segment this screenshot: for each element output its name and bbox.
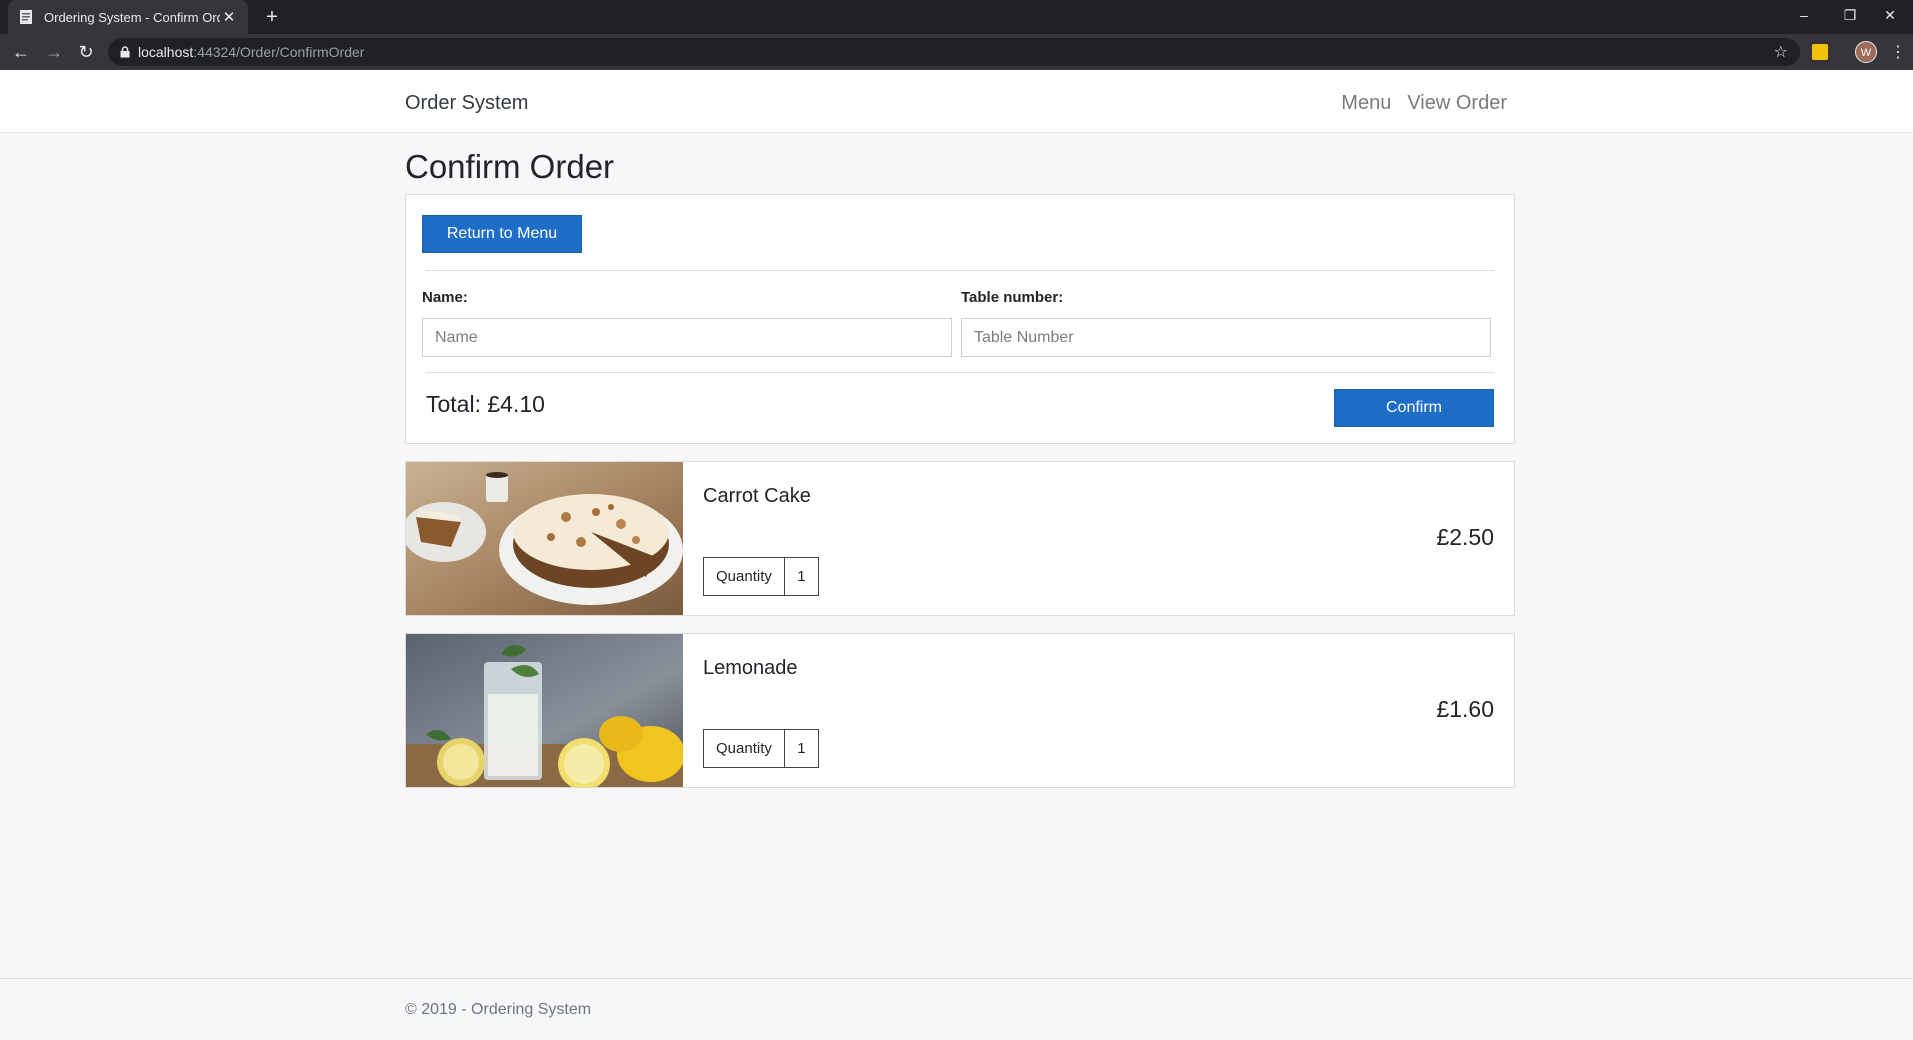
browser-menu-icon[interactable]: ⋮: [1890, 42, 1906, 62]
new-tab-icon[interactable]: +: [260, 5, 284, 29]
extension-icon[interactable]: [1812, 44, 1828, 60]
confirm-button[interactable]: Confirm: [1334, 389, 1494, 427]
confirm-order-card: Return to Menu Name: Table number: Total…: [405, 194, 1515, 444]
back-icon[interactable]: ←: [9, 40, 33, 64]
page-footer: © 2019 - Ordering System: [0, 978, 1913, 1040]
profile-avatar[interactable]: W: [1855, 41, 1877, 63]
name-input[interactable]: [422, 318, 952, 357]
table-number-input[interactable]: [961, 318, 1491, 357]
table-number-label: Table number:: [961, 289, 1064, 306]
item-price: £1.60: [1436, 696, 1494, 722]
close-window-icon[interactable]: ✕: [1867, 0, 1913, 34]
quantity-label: Quantity: [704, 730, 785, 767]
nav-links: Menu View Order: [1341, 92, 1507, 115]
nav-view-order-link[interactable]: View Order: [1407, 92, 1507, 115]
address-bar[interactable]: localhost:44324/Order/ConfirmOrder ☆: [108, 38, 1800, 66]
url-path: :44324/Order/ConfirmOrder: [193, 44, 365, 60]
minimize-icon[interactable]: –: [1781, 0, 1827, 34]
browser-toolbar: ← → ↻ localhost:44324/Order/ConfirmOrder…: [0, 34, 1913, 70]
browser-tab[interactable]: Ordering System - Confirm Order ✕: [8, 0, 248, 34]
item-name: Carrot Cake: [703, 485, 811, 507]
quantity-group: Quantity 1: [703, 729, 819, 768]
item-name: Lemonade: [703, 657, 798, 679]
carrot-cake-image: [406, 462, 683, 615]
order-item-card: Lemonade £1.60 Quantity 1: [405, 633, 1515, 788]
name-label: Name:: [422, 289, 468, 306]
quantity-label: Quantity: [704, 558, 785, 595]
reload-icon[interactable]: ↻: [74, 40, 98, 64]
order-item-card: Carrot Cake £2.50 Quantity 1: [405, 461, 1515, 616]
tab-title: Ordering System - Confirm Order: [44, 9, 220, 25]
nav-menu-link[interactable]: Menu: [1341, 92, 1391, 115]
lock-icon: [120, 46, 130, 58]
site-navbar: Order System Menu View Order: [0, 70, 1913, 133]
quantity-group: Quantity 1: [703, 557, 819, 596]
url-host: localhost: [138, 44, 194, 60]
browser-tab-bar: Ordering System - Confirm Order ✕ + – ❐ …: [0, 0, 1913, 34]
divider: [426, 270, 1494, 271]
footer-text: © 2019 - Ordering System: [405, 1001, 592, 1018]
close-tab-icon[interactable]: ✕: [220, 8, 238, 26]
order-total: Total: £4.10: [426, 391, 545, 417]
lemonade-image: [406, 634, 683, 787]
forward-icon[interactable]: →: [42, 40, 66, 64]
page-icon: [18, 9, 34, 25]
return-to-menu-button[interactable]: Return to Menu: [422, 215, 582, 253]
brand-link[interactable]: Order System: [405, 92, 528, 115]
page-title: Confirm Order: [405, 148, 615, 185]
bookmark-star-icon[interactable]: ☆: [1774, 42, 1788, 62]
divider: [426, 372, 1494, 373]
quantity-value[interactable]: 1: [785, 730, 818, 767]
quantity-value[interactable]: 1: [785, 558, 818, 595]
item-price: £2.50: [1436, 524, 1494, 550]
